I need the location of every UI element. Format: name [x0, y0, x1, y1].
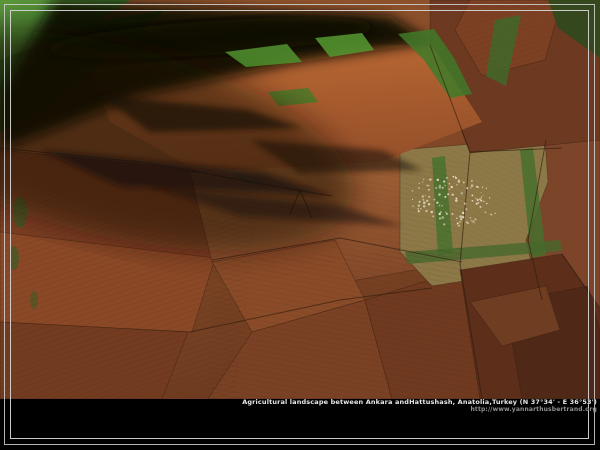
- caption-title: Agricultural landscape between Ankara an…: [242, 399, 597, 406]
- caption-url: http://www.yannarthusbertrand.org: [242, 407, 597, 414]
- aerial-photo: [0, 0, 600, 450]
- photo-caption: Agricultural landscape between Ankara an…: [242, 399, 597, 414]
- wallpaper: Agricultural landscape between Ankara an…: [0, 0, 600, 450]
